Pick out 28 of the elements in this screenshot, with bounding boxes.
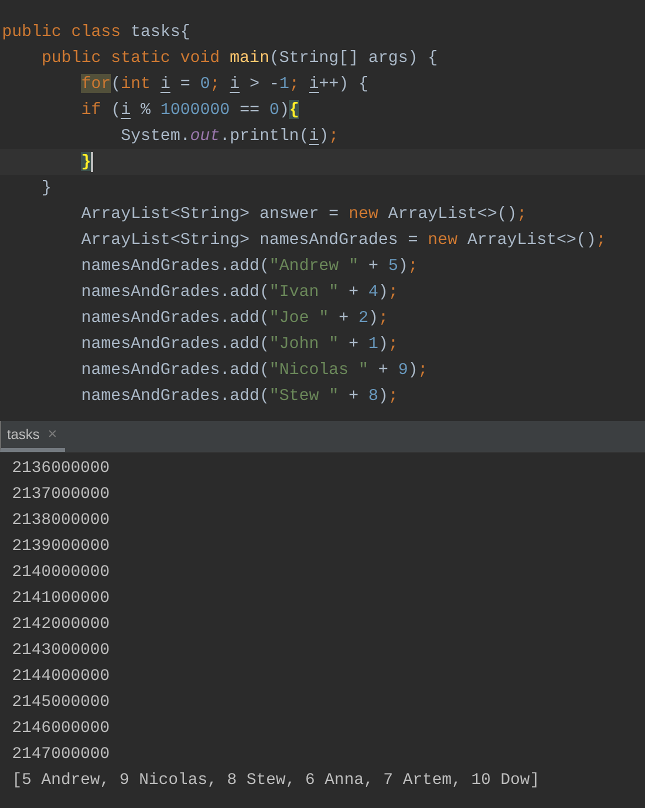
console-output-line: 2145000000 [12,692,110,711]
code-line: ArrayList<String> namesAndGrades = new ArrayList<>(); [80,230,606,249]
console-tab[interactable]: tasks × [0,421,66,452]
console-output-line: 2141000000 [12,588,110,607]
code-line: namesAndGrades.add("John " + 1); [80,334,398,353]
code-line: namesAndGrades.add("Ivan " + 4); [80,282,398,301]
console-output-line: 2139000000 [12,536,110,555]
console-output-line: 2142000000 [12,614,110,633]
code-line: System.out.println(i); [120,126,339,145]
console-output-line: 2147000000 [12,744,110,763]
code-line: if (i % 1000000 == 0){ [80,100,300,119]
console-output-line: [5 Andrew, 9 Nicolas, 8 Stew, 6 Anna, 7 Artem, 10 Dow] [12,770,540,789]
console-output-line: 2146000000 [12,718,110,737]
console-output-line: 2140000000 [12,562,110,581]
code-line: public static void main(String[] args) { [40,48,438,67]
code-line: namesAndGrades.add("Stew " + 8); [80,386,398,405]
code-line: ArrayList<String> answer = new ArrayList<>(); [80,204,527,223]
code-line: for(int i = 0; i > -1; i++) { [80,74,368,93]
code-line: } [40,178,52,197]
code-line: namesAndGrades.add("Andrew " + 5); [80,256,418,275]
console-output-line: 2137000000 [12,484,110,503]
code-line: namesAndGrades.add("Joe " + 2); [80,308,388,327]
code-line: public class tasks{ [2,22,190,41]
console-output-line: 2136000000 [12,458,110,477]
console-output-line: 2138000000 [12,510,110,529]
console-output-line: 2144000000 [12,666,110,685]
code-line: namesAndGrades.add("Nicolas " + 9); [80,360,428,379]
console-output-line: 2143000000 [12,640,110,659]
